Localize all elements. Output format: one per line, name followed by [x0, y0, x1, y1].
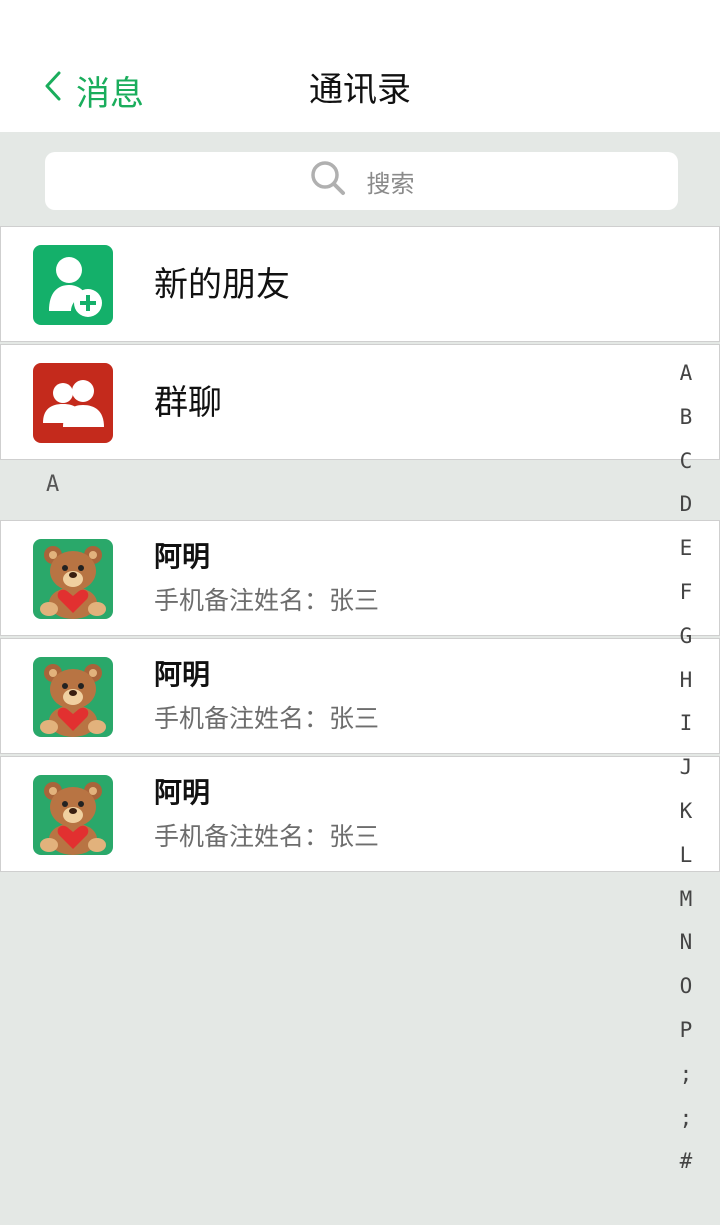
- contact-row[interactable]: 阿明 手机备注姓名：张三: [0, 520, 720, 636]
- contact-name: 阿明: [154, 658, 211, 691]
- contact-row[interactable]: 阿明 手机备注姓名：张三: [0, 756, 720, 872]
- search-input[interactable]: 搜索: [45, 152, 678, 210]
- contact-remark: 手机备注姓名：张三: [154, 704, 380, 733]
- alphabet-index[interactable]: A B C D E F G H I J K L M N O P ; ; #: [670, 360, 702, 1192]
- search-icon: [309, 159, 347, 203]
- index-letter[interactable]: M: [680, 886, 693, 930]
- index-letter[interactable]: L: [680, 842, 693, 886]
- index-letter[interactable]: B: [680, 404, 693, 448]
- add-friend-icon: [33, 245, 113, 325]
- index-letter[interactable]: E: [680, 535, 693, 579]
- index-letter[interactable]: D: [680, 491, 693, 535]
- index-letter[interactable]: N: [680, 929, 693, 973]
- index-letter[interactable]: #: [680, 1148, 693, 1192]
- index-letter[interactable]: O: [680, 973, 693, 1017]
- new-friends-label: 新的朋友: [154, 265, 290, 305]
- index-letter[interactable]: J: [680, 754, 693, 798]
- contact-name: 阿明: [154, 540, 211, 573]
- chevron-left-icon: [44, 70, 62, 111]
- teddy-bear-avatar: [33, 775, 113, 855]
- index-letter[interactable]: H: [680, 667, 693, 711]
- index-letter[interactable]: C: [680, 448, 693, 492]
- index-letter[interactable]: G: [680, 623, 693, 667]
- index-letter[interactable]: K: [680, 798, 693, 842]
- search-placeholder: 搜索: [366, 169, 415, 198]
- group-chat-row[interactable]: 群聊: [0, 344, 720, 460]
- contact-row[interactable]: 阿明 手机备注姓名：张三: [0, 638, 720, 754]
- teddy-bear-avatar: [33, 539, 113, 619]
- contact-name: 阿明: [154, 776, 211, 809]
- contact-remark: 手机备注姓名：张三: [154, 586, 380, 615]
- navigation-bar: 通讯录 消息: [0, 0, 720, 132]
- index-letter[interactable]: P: [680, 1017, 693, 1061]
- index-letter[interactable]: F: [680, 579, 693, 623]
- index-letter[interactable]: I: [680, 710, 693, 754]
- group-chat-label: 群聊: [154, 383, 222, 423]
- contact-remark: 手机备注姓名：张三: [154, 822, 380, 851]
- back-button[interactable]: 消息: [44, 66, 144, 114]
- new-friends-row[interactable]: 新的朋友: [0, 226, 720, 342]
- index-letter[interactable]: A: [680, 360, 693, 404]
- section-header-a: A: [46, 472, 60, 497]
- index-letter[interactable]: ;: [680, 1105, 693, 1149]
- group-icon: [33, 363, 113, 443]
- teddy-bear-avatar: [33, 657, 113, 737]
- back-label: 消息: [76, 73, 144, 114]
- index-letter[interactable]: ;: [680, 1061, 693, 1105]
